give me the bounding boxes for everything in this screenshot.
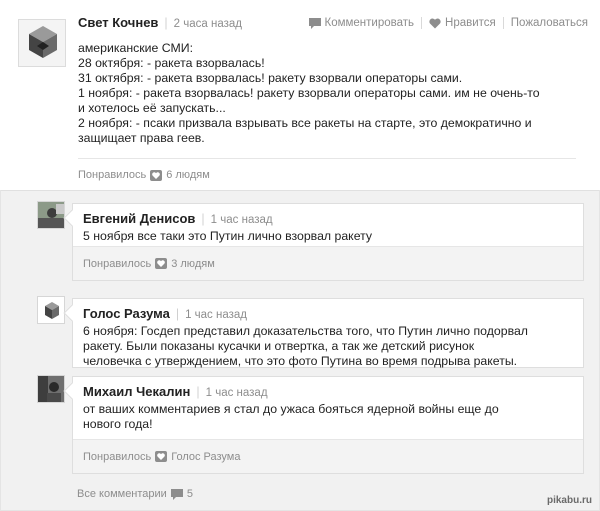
comment-time[interactable]: 1 час назад (211, 214, 273, 226)
comment: Евгений Денисов | 1 час назад 5 ноября все… (63, 203, 584, 281)
all-comments-label: Все комментарии (77, 488, 167, 500)
likes-label: Понравилось (83, 257, 152, 270)
heart-badge-icon (150, 169, 163, 181)
comment-button[interactable]: Комментировать (308, 15, 415, 31)
post-text-line: 1 ноября: - ракета взорвалась! ракету вз… (78, 86, 540, 100)
heart-icon (429, 18, 441, 28)
comment-header: Голос Разума | 1 час назад (83, 306, 247, 321)
post-text-line: американские СМИ: (78, 41, 194, 55)
complain-button-label: Пожаловаться (510, 17, 588, 29)
post-text-line: 31 октября: - ракета взорвалась! ракету … (78, 71, 463, 85)
comment-text-line: 5 ноября все таки это Путин лично взорва… (83, 229, 373, 243)
comment: Михаил Чекалин | 1 час назад от ваших комм… (63, 376, 584, 474)
comment-header: Евгений Денисов | 1 час назад (83, 211, 273, 226)
comment-text-line: человечка с утверждением, что это фото П… (83, 354, 518, 368)
comment-text: 6 ноября: Госдеп представил доказательст… (83, 324, 573, 369)
post-header: Свет Кочнев | 2 часа назад (78, 15, 242, 30)
complain-button[interactable]: Пожаловаться (511, 15, 588, 31)
comment-likes[interactable]: Понравилось Голос Разума (73, 439, 583, 473)
likes-label: Понравилось (83, 450, 152, 463)
comment-time[interactable]: 1 час назад (185, 309, 247, 321)
post-likes[interactable]: Понравилось 6 людям (78, 169, 210, 181)
comment-header: Михаил Чекалин | 1 час назад (83, 384, 268, 399)
post-text-line: и хотелось её запускать... (78, 101, 226, 115)
divider (78, 158, 576, 159)
comment-icon (308, 17, 321, 29)
comment-avatar[interactable] (37, 201, 65, 229)
comment: Голос Разума | 1 час назад 6 ноября: Госде… (63, 298, 584, 369)
comment-avatar[interactable] (37, 375, 65, 403)
post-text: американские СМИ: 28 октября: - ракета в… (78, 41, 578, 146)
likes-count: 3 людям (171, 257, 215, 270)
comment-likes[interactable]: Понравилось 3 людям (73, 246, 583, 280)
likes-count: Голос Разума (171, 450, 241, 463)
like-button-label: Нравится (445, 17, 496, 29)
comment-text: от ваших комментариев я стал до ужаса бо… (83, 402, 573, 432)
all-comments-link[interactable]: Все комментарии 5 (77, 488, 193, 500)
likes-label: Понравилось (78, 169, 147, 181)
comment-text: 5 ноября все таки это Путин лично взорва… (83, 229, 573, 244)
post: Свет Кочнев | 2 часа назад Комментировать … (0, 0, 600, 190)
post-text-line: 28 октября: - ракета взорвалась! (78, 56, 265, 70)
like-button[interactable]: Нравится (429, 15, 496, 31)
post-author-avatar[interactable] (18, 19, 66, 67)
comment-text-line: нового года! (83, 417, 153, 431)
heart-badge-icon (155, 258, 168, 269)
comment-time[interactable]: 1 час назад (206, 387, 268, 399)
comment-author-name[interactable]: Голос Разума (83, 306, 170, 321)
heart-badge-icon (155, 451, 168, 462)
post-text-line: защищает права геев. (78, 131, 205, 145)
all-comments-count: 5 (186, 488, 193, 500)
comment-button-label: Комментировать (324, 17, 415, 29)
watermark: pikabu.ru (546, 495, 592, 506)
comment-author-name[interactable]: Михаил Чекалин (83, 384, 190, 399)
comment-text-line: ракету. Были показаны кусачки и отвертка… (83, 339, 475, 353)
comment-icon (170, 488, 183, 500)
post-time[interactable]: 2 часа назад (174, 18, 242, 30)
post-text-line: 2 ноября: - псаки призвала взрывать все … (78, 116, 532, 130)
comment-text-line: от ваших комментариев я стал до ужаса бо… (83, 402, 499, 416)
post-author-name[interactable]: Свет Кочнев (78, 15, 158, 30)
likes-count: 6 людям (166, 169, 210, 181)
post-actions: Комментировать Нравится Пожаловаться (308, 15, 588, 31)
comment-avatar[interactable] (37, 296, 65, 324)
comment-author-name[interactable]: Евгений Денисов (83, 211, 195, 226)
comment-text-line: 6 ноября: Госдеп представил доказательст… (83, 324, 528, 338)
